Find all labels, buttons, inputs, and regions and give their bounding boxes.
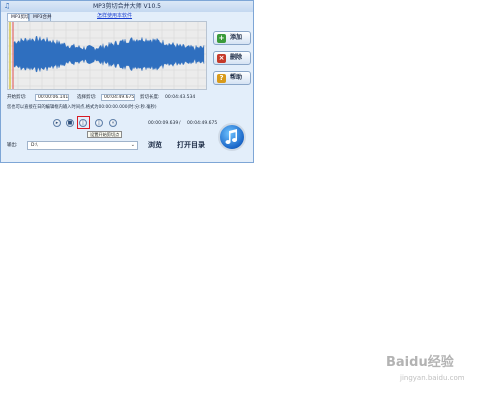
tab-mp3-merge[interactable]: MP3合并	[29, 13, 51, 21]
output-label: 输出:	[7, 143, 18, 148]
open-directory-button[interactable]: 打开目录	[177, 141, 205, 150]
window-title: MP3剪切合并大师 V10.5	[93, 3, 161, 10]
add-button[interactable]: + 添加	[213, 31, 251, 45]
waveform-panel[interactable]	[7, 21, 207, 90]
play-icon[interactable]: ▸	[53, 119, 61, 127]
duration-value: 00:04:43.534	[165, 95, 196, 100]
back-icon[interactable]: «	[109, 119, 117, 127]
tab-mp3-cut[interactable]: MP3剪切	[7, 13, 29, 21]
format-hint: 您也可以直接在日的编辑框内输入时间点,格式为00:00:00.000(时:分:秒…	[7, 105, 157, 110]
chevron-down-icon: ⌄	[130, 142, 135, 148]
start-time-label: 开始剪切:	[7, 95, 27, 100]
delete-icon: ×	[217, 54, 226, 63]
add-icon: +	[217, 34, 226, 43]
watermark-url: jingyan.baidu.com	[400, 374, 465, 382]
start-time-field[interactable]: 00:00:06.141	[35, 94, 69, 101]
help-icon: ?	[217, 74, 226, 83]
title-bar: ♫ MP3剪切合并大师 V10.5	[1, 1, 253, 12]
select-time-field[interactable]: 00:04:49.675	[101, 94, 135, 101]
browse-button[interactable]: 浏览	[148, 141, 162, 150]
help-link[interactable]: 怎样使用本软件	[97, 13, 132, 20]
delete-button[interactable]: × 删除	[213, 51, 251, 65]
itunes-icon[interactable]	[218, 123, 246, 151]
waveform-graphic	[8, 22, 206, 89]
music-note-icon	[225, 129, 238, 145]
output-path-select[interactable]: D:\ ⌄	[27, 141, 138, 150]
watermark: Baidu经验	[386, 355, 454, 370]
select-time-label: 选择剪切:	[77, 95, 97, 100]
app-window: ♫ MP3剪切合并大师 V10.5 MP3剪切 MP3合并 怎样使用本软件 + …	[0, 0, 254, 163]
help-button[interactable]: ? 帮助	[213, 71, 251, 85]
current-time: 00:00:09.639	[148, 121, 179, 126]
set-start-icon[interactable]: |	[79, 119, 87, 127]
output-path-value: D:\	[31, 143, 38, 148]
total-time: 00:04:49.675	[187, 121, 218, 126]
help-button-label: 帮助	[230, 74, 243, 81]
delete-button-label: 删除	[230, 54, 243, 61]
tooltip: 设置开始剪切点	[87, 131, 123, 138]
stop-icon[interactable]: ■	[66, 119, 74, 127]
set-end-icon[interactable]: |	[95, 119, 103, 127]
add-button-label: 添加	[230, 34, 243, 41]
time-separator: /	[179, 121, 181, 126]
duration-label: 剪切长度:	[140, 95, 160, 100]
